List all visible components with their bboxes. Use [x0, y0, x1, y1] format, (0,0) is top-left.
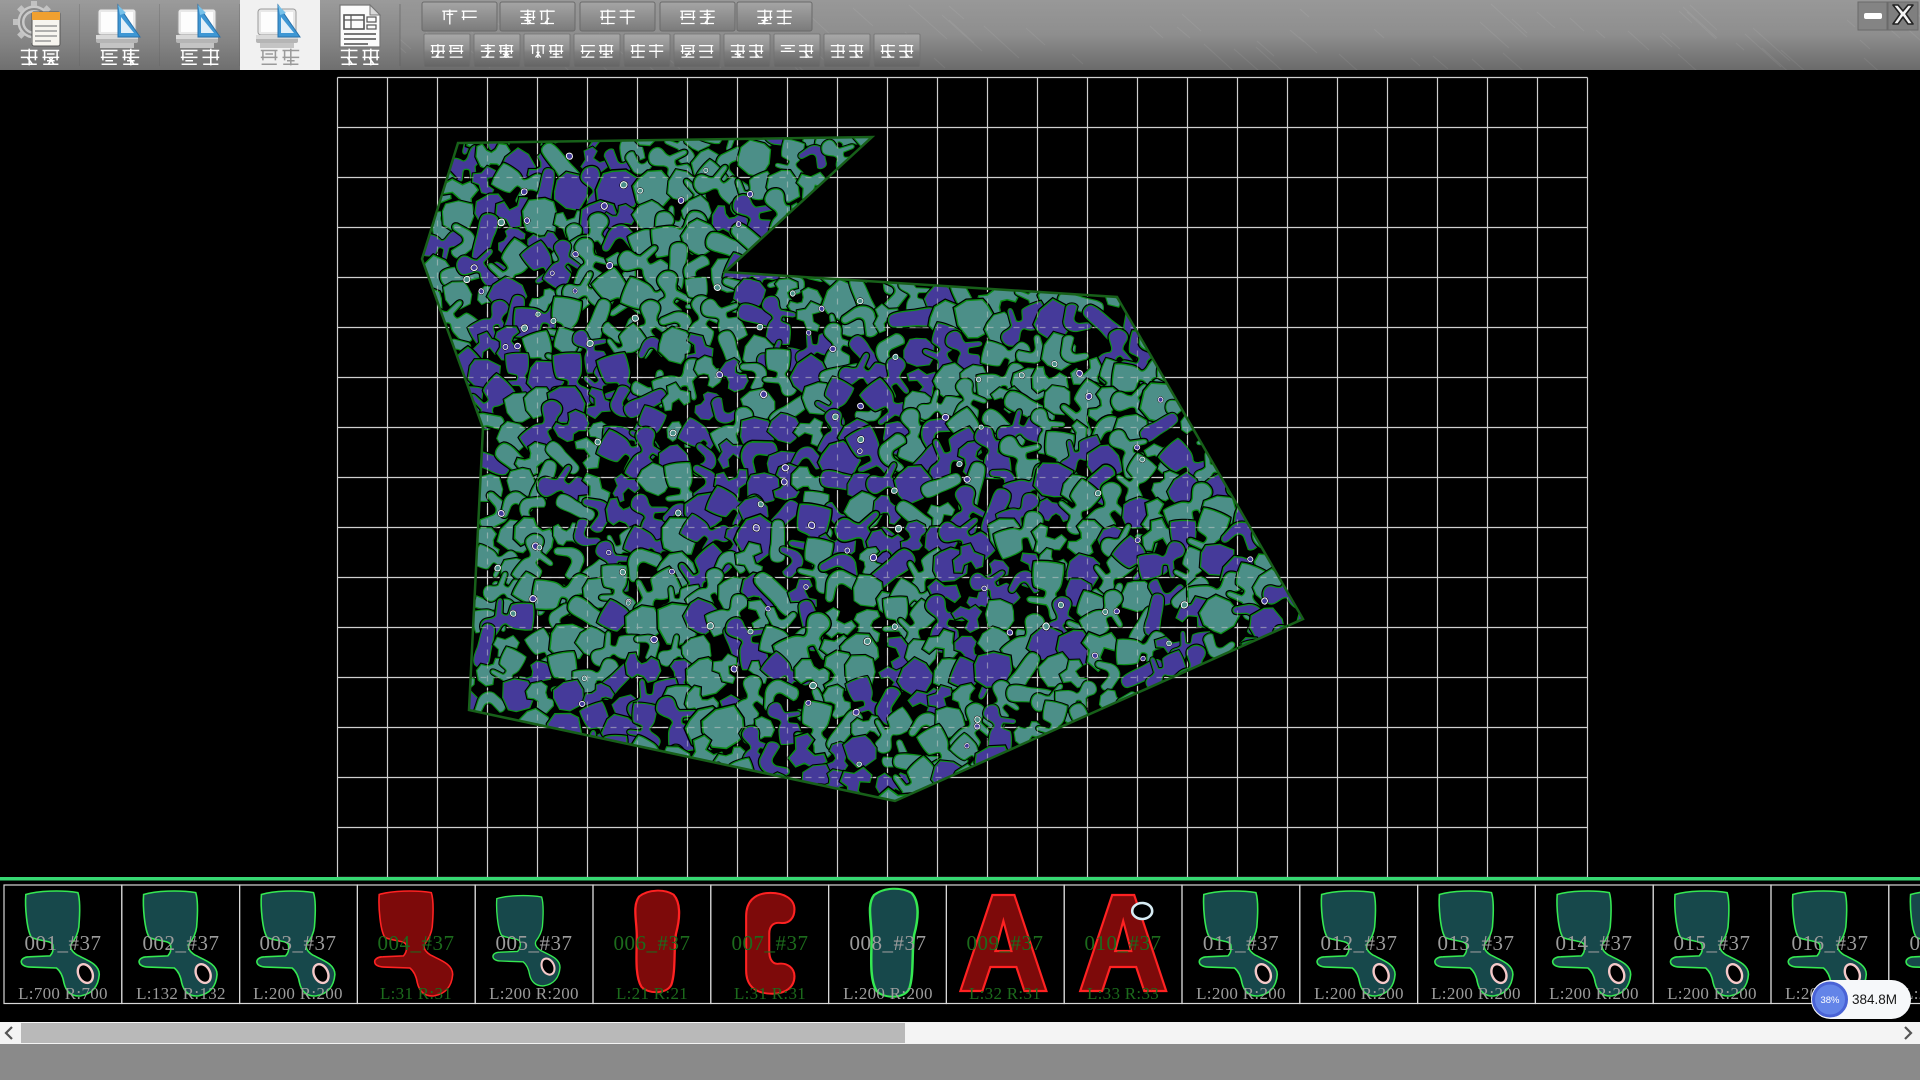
svg-text:016_#37: 016_#37 [1792, 931, 1869, 955]
svg-text:L:700 R:700: L:700 R:700 [18, 984, 108, 1003]
svg-text:002_#37: 002_#37 [143, 931, 220, 955]
svg-text:L:200 R:200: L:200 R:200 [1314, 984, 1404, 1003]
svg-text:015_#37: 015_#37 [1674, 931, 1751, 955]
svg-text:L:200 R:200: L:200 R:200 [489, 984, 579, 1003]
svg-text:004_#37: 004_#37 [378, 931, 455, 955]
svg-text:L:200 R:200: L:200 R:200 [1549, 984, 1639, 1003]
svg-text:009_#37: 009_#37 [967, 931, 1044, 955]
svg-text:010_#37: 010_#37 [1085, 931, 1162, 955]
svg-text:008_#37: 008_#37 [850, 931, 927, 955]
svg-text:007_#37: 007_#37 [732, 931, 809, 955]
svg-text:L:33 R:33: L:33 R:33 [1087, 984, 1159, 1003]
svg-text:L:21 R:21: L:21 R:21 [616, 984, 688, 1003]
svg-text:L:200 R:200: L:200 R:200 [1667, 984, 1757, 1003]
svg-text:38%: 38% [1820, 995, 1840, 1006]
svg-text:001_#37: 001_#37 [25, 931, 102, 955]
svg-text:014_#37: 014_#37 [1556, 931, 1633, 955]
svg-text:017_#37: 017_#37 [1910, 931, 1920, 955]
svg-text:L:200 R:200: L:200 R:200 [1431, 984, 1521, 1003]
svg-text:012_#37: 012_#37 [1321, 931, 1398, 955]
svg-text:384.8M: 384.8M [1852, 992, 1897, 1007]
svg-text:L:32 R:31: L:32 R:31 [969, 984, 1041, 1003]
svg-text:L:31 R:31: L:31 R:31 [734, 984, 806, 1003]
svg-text:011_#37: 011_#37 [1203, 931, 1279, 955]
svg-text:L:132 R:132: L:132 R:132 [136, 984, 226, 1003]
svg-text:L:31 R:31: L:31 R:31 [380, 984, 452, 1003]
svg-text:013_#37: 013_#37 [1438, 931, 1515, 955]
svg-text:003_#37: 003_#37 [260, 931, 337, 955]
svg-text:006_#37: 006_#37 [614, 931, 691, 955]
svg-text:L:200 R:200: L:200 R:200 [843, 984, 933, 1003]
svg-text:L:200 R:200: L:200 R:200 [1196, 984, 1286, 1003]
svg-text:L:200 R:200: L:200 R:200 [253, 984, 343, 1003]
svg-text:005_#37: 005_#37 [496, 931, 573, 955]
